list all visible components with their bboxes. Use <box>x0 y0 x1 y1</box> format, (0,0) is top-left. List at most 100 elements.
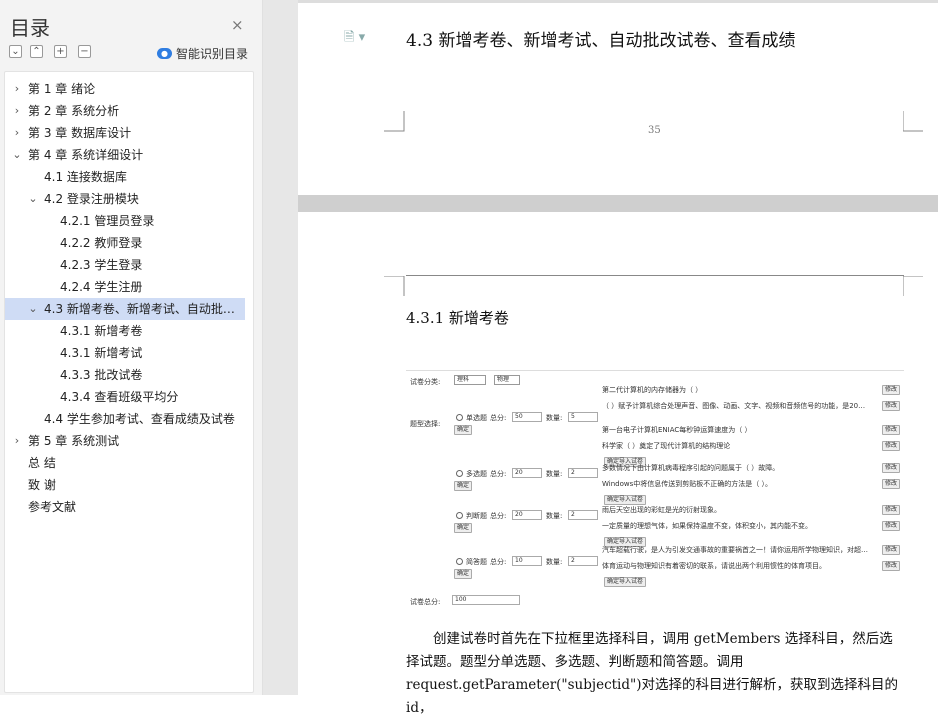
toc-item[interactable]: › 第 3 章 数据库设计 <box>5 122 245 144</box>
toc-item-label: 4.1 连接数据库 <box>44 170 127 184</box>
toc-title: 目录 <box>10 16 50 40</box>
toc-item[interactable]: 总 结 <box>5 452 245 474</box>
toc-list: › 第 1 章 绪论 › 第 2 章 系统分析 › 第 3 章 数据库设计 ⌄ 第 4 章 系… <box>4 71 254 693</box>
toc-item-label: 4.2 登录注册模块 <box>44 192 139 206</box>
import-button[interactable]: 确定导入试卷 <box>604 577 647 587</box>
question-text: 体育运动与物理知识有着密切的联系，请说出两个利用惯性的体育项目。 <box>602 562 826 570</box>
toc-item[interactable]: 4.3.3 批改试卷 <box>5 364 245 386</box>
add-heading-icon[interactable]: + <box>54 45 67 58</box>
count-label: 数量: <box>546 470 563 478</box>
subject-select[interactable]: 理科 <box>454 375 486 385</box>
modify-button[interactable]: 修改 <box>882 561 901 571</box>
score-label: 总分: <box>490 512 507 520</box>
toc-item[interactable]: 4.1 连接数据库 <box>5 166 245 188</box>
toc-item[interactable]: › 第 2 章 系统分析 <box>5 100 245 122</box>
total-input[interactable]: 100 <box>452 595 520 605</box>
chevron-down-icon[interactable]: ⌄ <box>27 188 39 210</box>
toc-item[interactable]: ⌄ 4.2 登录注册模块 <box>5 188 245 210</box>
score-input[interactable]: 10 <box>512 556 542 566</box>
question-text: 多数情况下由计算机病毒程序引起的问题属于（ ）故障。 <box>602 464 780 472</box>
section-heading-4-3: 4.3 新增考卷、新增考试、自动批改试卷、查看成绩 <box>406 31 796 51</box>
toc-item[interactable]: ⌄ 4.3 新增考卷、新增考试、自动批改试卷、查看成绩 <box>5 298 245 320</box>
page-gap <box>298 195 938 212</box>
modify-button[interactable]: 修改 <box>882 545 901 555</box>
toc-item[interactable]: 4.3.1 新增考试 <box>5 342 245 364</box>
score-label: 总分: <box>490 414 507 422</box>
paragraph-line: 择试题。题型分单选题、多选题、判断题和简答题。调用 <box>406 654 744 670</box>
modify-button[interactable]: 修改 <box>882 521 901 531</box>
question-text: 第一台电子计算机ENIAC每秒钟运算速度为（ ） <box>602 426 752 434</box>
toc-item-label: 参考文献 <box>28 500 77 514</box>
confirm-button[interactable]: 确定 <box>454 425 473 435</box>
question-text: 科学家（ ）奠定了现代计算机的结构理论 <box>602 442 731 450</box>
toc-item-label: 第 1 章 绪论 <box>28 82 96 96</box>
modify-button[interactable]: 修改 <box>882 441 901 451</box>
toc-item-label: 第 2 章 系统分析 <box>28 104 120 118</box>
remove-heading-icon[interactable]: − <box>78 45 91 58</box>
toc-item-label: 4.2.1 管理员登录 <box>60 214 155 228</box>
count-input[interactable]: 2 <box>568 510 598 520</box>
type-name: 简答题 <box>466 558 487 566</box>
confirm-button[interactable]: 确定 <box>454 481 473 491</box>
score-label: 总分: <box>490 558 507 566</box>
score-input[interactable]: 20 <box>512 468 542 478</box>
score-input[interactable]: 50 <box>512 412 542 422</box>
chevron-right-icon[interactable]: › <box>11 100 23 122</box>
type-radio[interactable] <box>456 470 463 477</box>
page-corner-mark <box>903 276 923 296</box>
chevron-down-icon[interactable]: ⌄ <box>27 298 39 320</box>
toc-item-label: 第 3 章 数据库设计 <box>28 126 132 140</box>
toc-item[interactable]: › 第 5 章 系统测试 <box>5 430 245 452</box>
expand-all-icon[interactable]: ⌃ <box>30 45 43 58</box>
smart-toc-button[interactable]: ● 智能识别目录 <box>157 45 248 62</box>
page-corner-mark <box>384 111 405 132</box>
modify-button[interactable]: 修改 <box>882 479 901 489</box>
modify-button[interactable]: 修改 <box>882 463 901 473</box>
type-label: 题型选择: <box>410 420 441 428</box>
toc-item-label: 4.3.4 查看班级平均分 <box>60 390 179 404</box>
toc-item[interactable]: 4.2.4 学生注册 <box>5 276 245 298</box>
chevron-right-icon[interactable]: › <box>11 122 23 144</box>
toc-item-label: 4.4 学生参加考试、查看成绩及试卷 <box>44 412 235 426</box>
toc-item[interactable]: 参考文献 <box>5 496 245 518</box>
document-icon[interactable]: 🗎 ▾ <box>344 28 365 50</box>
modify-button[interactable]: 修改 <box>882 505 901 515</box>
chevron-right-icon[interactable]: › <box>11 78 23 100</box>
toc-item[interactable]: 4.2.2 教师登录 <box>5 232 245 254</box>
collapse-all-icon[interactable]: ⌄ <box>9 45 22 58</box>
count-input[interactable]: 2 <box>568 468 598 478</box>
chevron-right-icon[interactable]: › <box>11 430 23 452</box>
document-area[interactable]: 🗎 ▾ 4.3 新增考卷、新增考试、自动批改试卷、查看成绩 35 4.3.1 新… <box>263 0 938 716</box>
toc-item[interactable]: › 第 1 章 绪论 <box>5 78 245 100</box>
toc-item[interactable]: ⌄ 第 4 章 系统详细设计 <box>5 144 245 166</box>
toc-item[interactable]: 4.2.3 学生登录 <box>5 254 245 276</box>
toc-item[interactable]: 致 谢 <box>5 474 245 496</box>
type-radio[interactable] <box>456 512 463 519</box>
toc-item[interactable]: 4.4 学生参加考试、查看成绩及试卷 <box>5 408 245 430</box>
modify-button[interactable]: 修改 <box>882 401 901 411</box>
modify-button[interactable]: 修改 <box>882 385 901 395</box>
import-button[interactable]: 确定导入试卷 <box>604 495 647 505</box>
close-icon[interactable]: × <box>231 16 244 34</box>
question-text: 一定质量的理想气体，如果保持温度不变，体积变小，其内能不变。 <box>602 522 812 530</box>
score-input[interactable]: 20 <box>512 510 542 520</box>
count-label: 数量: <box>546 414 563 422</box>
question-text: Windows中将信息传送到剪贴板不正确的方法是（ ）。 <box>602 480 772 488</box>
toc-panel: 目录 × ⌄ ⌃ + − ● 智能识别目录 › 第 1 章 绪论 › 第 2 章 系统… <box>0 0 263 695</box>
type-name: 多选题 <box>466 470 487 478</box>
count-input[interactable]: 2 <box>568 556 598 566</box>
type-radio[interactable] <box>456 414 463 421</box>
chevron-down-icon[interactable]: ⌄ <box>11 144 23 166</box>
subject-select-2[interactable]: 物理 <box>494 375 520 385</box>
modify-button[interactable]: 修改 <box>882 425 901 435</box>
body-paragraph: 创建试卷时首先在下拉框里选择科目，调用 getMembers 选择科目，然后选 … <box>406 628 906 720</box>
confirm-button[interactable]: 确定 <box>454 523 473 533</box>
count-input[interactable]: 5 <box>568 412 598 422</box>
toc-item[interactable]: 4.3.4 查看班级平均分 <box>5 386 245 408</box>
type-radio[interactable] <box>456 558 463 565</box>
question-text: （ ）赋予计算机综合处理声音、图像、动画、文字、视频和音频信号的功能，是20世纪… <box>602 402 872 410</box>
toc-item[interactable]: 4.3.1 新增考卷 <box>5 320 245 342</box>
confirm-button[interactable]: 确定 <box>454 569 473 579</box>
toc-item[interactable]: 4.2.1 管理员登录 <box>5 210 245 232</box>
header-rule <box>406 275 904 276</box>
